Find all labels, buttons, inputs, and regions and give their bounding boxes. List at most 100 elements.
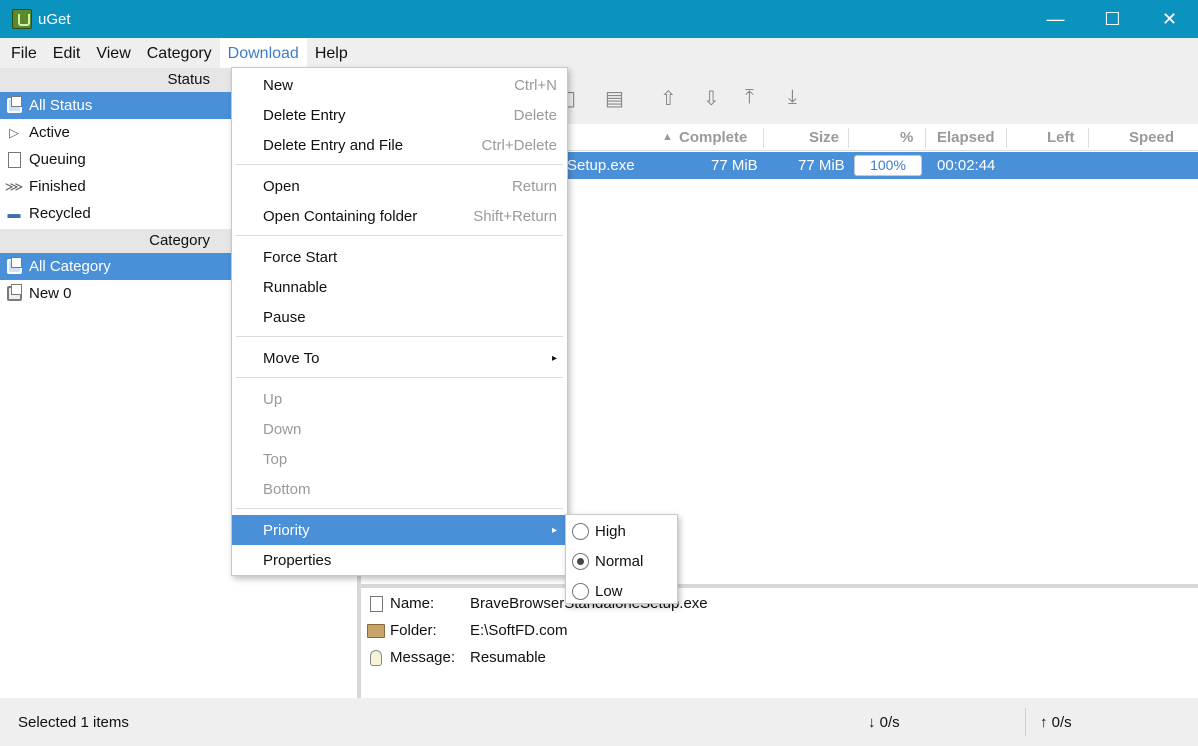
stack-icon [5, 284, 23, 303]
menu-item-pause[interactable]: Pause [232, 302, 567, 332]
radio-selected-icon [572, 552, 589, 570]
sidebar-item-label: Finished [29, 178, 86, 195]
sidebar-item-label: Recycled [29, 205, 91, 222]
menu-edit[interactable]: Edit [45, 38, 89, 68]
menu-help[interactable]: Help [307, 38, 356, 68]
upload-speed: ↑ 0/s [1040, 714, 1072, 731]
menu-item-properties[interactable]: Properties [232, 545, 567, 575]
sidebar-item-label: All Status [29, 97, 93, 114]
menu-item-top: Top [232, 444, 567, 474]
sidebar-item-active[interactable]: ▷ Active [0, 119, 232, 146]
menu-file[interactable]: File [3, 38, 45, 68]
menu-item-up: Up [232, 384, 567, 414]
menu-bar: File Edit View Category Download Help [0, 38, 1198, 68]
menu-item-label: Priority [263, 521, 310, 539]
column-left[interactable]: Left [1047, 124, 1075, 151]
move-bottom-icon[interactable]: ⤓ [788, 86, 797, 109]
move-top-icon[interactable]: ⤒ [745, 86, 754, 109]
folder-icon [366, 623, 386, 638]
row-size: 77 MiB [798, 157, 845, 174]
menu-separator [236, 235, 563, 236]
menu-item-force-start[interactable]: Force Start [232, 242, 567, 272]
column-speed[interactable]: Speed [1129, 124, 1174, 151]
menu-item-label: Properties [263, 551, 332, 569]
sidebar-item-label: Queuing [29, 151, 86, 168]
close-button[interactable]: ✕ [1141, 0, 1198, 38]
menu-item-label: Open [263, 177, 300, 195]
priority-submenu: High Normal Low [565, 514, 678, 604]
column-divider [763, 128, 764, 148]
row-progress-bar: 100% [854, 155, 922, 176]
priority-high-option[interactable]: High [566, 516, 677, 546]
column-elapsed[interactable]: Elapsed [937, 124, 995, 151]
detail-folder-row: Folder: E:\SoftFD.com [362, 617, 568, 644]
sidebar-item-label: New 0 [29, 285, 72, 302]
column-divider [1006, 128, 1007, 148]
status-divider [1025, 708, 1026, 736]
menu-item-label: Bottom [263, 480, 311, 498]
stack-icon [5, 257, 23, 276]
column-divider [1088, 128, 1089, 148]
menu-item-shortcut: Ctrl+Delete [481, 136, 557, 154]
menu-item-delete-entry-and-file[interactable]: Delete Entry and File Ctrl+Delete [232, 130, 567, 160]
priority-normal-option[interactable]: Normal [566, 546, 677, 576]
sidebar-item-new-0[interactable]: New 0 [0, 280, 232, 307]
menu-item-bottom: Bottom [232, 474, 567, 504]
menu-item-label: Top [263, 450, 288, 468]
column-divider [925, 128, 926, 148]
menu-item-shortcut: Ctrl+N [514, 76, 557, 94]
menu-item-shortcut: Shift+Return [473, 207, 557, 225]
menu-item-shortcut: Return [511, 177, 557, 195]
sidebar-item-all-category[interactable]: All Category [0, 253, 232, 280]
properties-icon[interactable]: ▤ [605, 86, 624, 111]
column-divider [848, 128, 849, 148]
maximize-button[interactable]: ☐ [1084, 0, 1141, 38]
status-header: Status [0, 68, 232, 92]
menu-view[interactable]: View [88, 38, 138, 68]
menu-download[interactable]: Download [219, 38, 307, 68]
sidebar-item-queuing[interactable]: Queuing [0, 146, 232, 173]
sidebar-item-all-status[interactable]: All Status [0, 92, 232, 119]
priority-low-option[interactable]: Low [566, 576, 677, 606]
menu-item-label: Runnable [263, 278, 328, 296]
detail-message-value: Resumable [470, 649, 546, 666]
column-percent[interactable]: % [900, 124, 913, 151]
menu-item-label: Pause [263, 308, 306, 326]
detail-message-row: Message: Resumable [362, 644, 546, 671]
submenu-arrow-icon: ▸ [551, 352, 557, 364]
menu-item-label: Open Containing folder [263, 207, 418, 225]
radio-button-icon [572, 522, 589, 540]
stack-icon [5, 96, 23, 115]
file-icon [366, 595, 386, 612]
lightbulb-icon [366, 649, 386, 666]
window-title: uGet [38, 10, 71, 28]
menu-item-priority[interactable]: Priority ▸ [232, 515, 567, 545]
menu-item-open-containing-folder[interactable]: Open Containing folder Shift+Return [232, 201, 567, 231]
menu-item-runnable[interactable]: Runnable [232, 272, 567, 302]
row-elapsed: 00:02:44 [937, 157, 996, 174]
detail-folder-label: Folder: [390, 622, 437, 639]
column-complete[interactable]: Complete [679, 124, 747, 151]
menu-separator [236, 336, 563, 337]
column-size[interactable]: Size [809, 124, 839, 151]
sidebar-item-finished[interactable]: ⋙ Finished [0, 173, 232, 200]
move-down-icon[interactable]: ⇩ [703, 86, 720, 111]
download-speed: ↓ 0/s [868, 714, 900, 731]
menu-item-move-to[interactable]: Move To ▸ [232, 343, 567, 373]
sidebar-item-label: All Category [29, 258, 111, 275]
menu-item-open[interactable]: Open Return [232, 171, 567, 201]
menu-item-label: New [263, 76, 294, 94]
menu-separator [236, 508, 563, 509]
menu-item-down: Down [232, 414, 567, 444]
menu-item-shortcut: Delete [513, 106, 557, 124]
minimize-button[interactable]: — [1027, 0, 1084, 38]
move-up-icon[interactable]: ⇧ [660, 86, 677, 111]
sidebar-item-recycled[interactable]: ▬ Recycled [0, 200, 232, 227]
menu-item-label: Delete Entry [263, 106, 346, 124]
menu-item-label: Force Start [263, 248, 338, 266]
minus-icon: ▬ [7, 206, 21, 221]
menu-item-delete-entry[interactable]: Delete Entry Delete [232, 100, 567, 130]
download-menu: New Ctrl+N Delete Entry Delete Delete En… [231, 67, 568, 576]
menu-item-new[interactable]: New Ctrl+N [232, 70, 567, 100]
menu-category[interactable]: Category [139, 38, 220, 68]
